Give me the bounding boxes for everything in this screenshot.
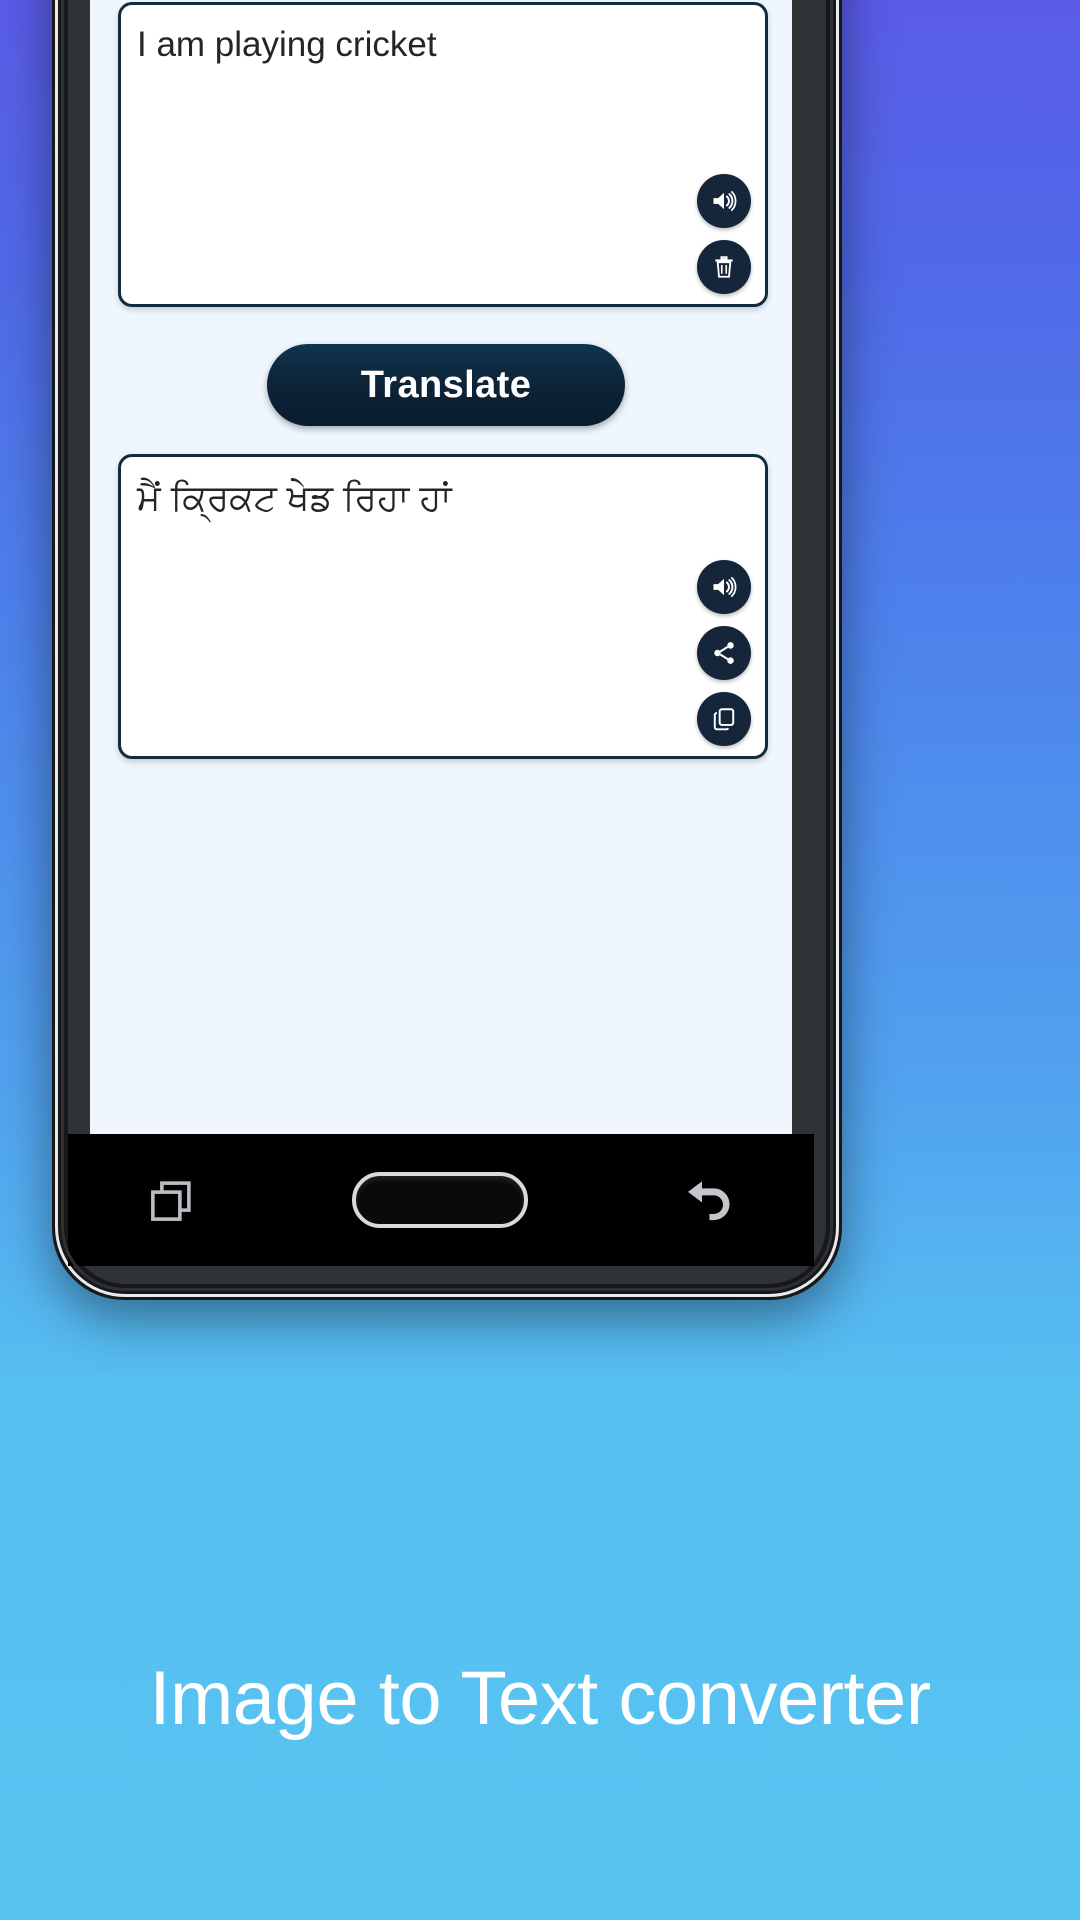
nav-recents-button[interactable] (145, 1173, 199, 1227)
target-text-panel[interactable]: ਮੈਂ ਕ੍ਰਿਕਟ ਖੇਡ ਰਿਹਾ ਹਾਂ (118, 454, 768, 759)
clear-source-button[interactable] (697, 240, 751, 294)
speak-source-button[interactable] (697, 174, 751, 228)
target-text-output: ਮੈਂ ਕ੍ਰਿਕਟ ਖੇਡ ਰਿਹਾ ਹਾਂ (137, 477, 452, 518)
share-target-button[interactable] (697, 626, 751, 680)
source-actions (697, 174, 751, 294)
copy-icon (713, 708, 735, 731)
share-icon (714, 642, 734, 664)
recents-icon (150, 1181, 191, 1221)
phone-screen: English Punjabi I am playing cricket (90, 0, 792, 1134)
translate-button[interactable]: Translate (267, 344, 625, 426)
copy-target-button[interactable] (697, 692, 751, 746)
nav-back-button[interactable] (681, 1172, 737, 1228)
nav-home-button[interactable] (351, 1172, 528, 1228)
speaker-icon (713, 577, 737, 597)
promo-caption: Image to Text converter (149, 1656, 931, 1741)
translate-button-label: Translate (360, 363, 532, 406)
back-arrow-icon (688, 1181, 730, 1221)
phone-device-frame: English Punjabi I am playing cricket (52, 0, 842, 1300)
speaker-icon (713, 191, 737, 211)
speak-target-button[interactable] (697, 560, 751, 614)
source-text-panel[interactable]: I am playing cricket (118, 2, 768, 307)
trash-icon (715, 256, 733, 278)
android-navigation-bar (68, 1134, 814, 1266)
promo-background: English Punjabi I am playing cricket (0, 0, 1080, 1920)
source-text-input[interactable]: I am playing cricket (137, 23, 673, 68)
target-actions (697, 560, 751, 746)
